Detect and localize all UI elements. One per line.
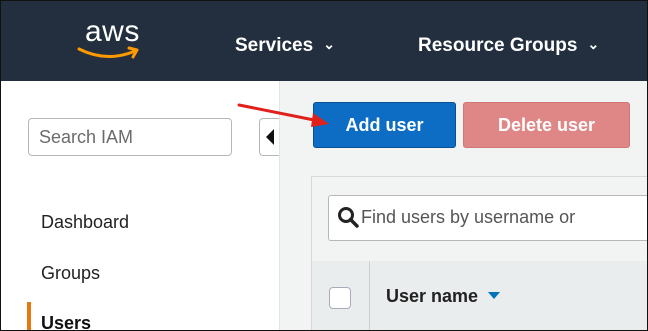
nav-resource-groups-label: Resource Groups [418,35,578,56]
annotation-arrow-icon [237,103,329,127]
table-header-row: User name [312,261,647,330]
sort-down-caret-icon [488,292,501,299]
aws-logo-text: aws [85,15,140,48]
nav-services-label: Services [235,35,314,56]
users-table-panel: Find users by username or User name [311,176,647,330]
add-user-button[interactable]: Add user [313,102,456,148]
column-header-user-name-label: User name [386,286,479,306]
app-window: aws Services ⌄ Resource Groups ⌄ Dashboard… [0,0,648,331]
chevron-down-icon: ⌄ [323,36,335,52]
sidebar-item-users[interactable]: Users [41,313,91,330]
delete-user-button[interactable]: Delete user [463,102,630,148]
find-users-input[interactable]: Find users by username or [328,195,647,241]
chevron-down-icon: ⌄ [587,36,600,52]
column-divider [369,261,370,330]
active-item-marker [27,302,31,330]
column-header-user-name[interactable]: User name [386,286,501,307]
main-content: Add user Delete user Find users by usern… [279,81,647,330]
nav-resource-groups-menu[interactable]: Resource Groups ⌄ [418,35,599,57]
find-users-placeholder: Find users by username or [361,207,576,227]
search-iam-input[interactable] [28,118,232,156]
top-navigation-bar: aws Services ⌄ Resource Groups ⌄ [1,1,647,81]
aws-logo[interactable]: aws [77,15,147,69]
filter-bar: Find users by username or [312,177,647,262]
aws-smile-icon [77,46,139,59]
sidebar-item-groups[interactable]: Groups [41,263,100,284]
nav-services-menu[interactable]: Services ⌄ [235,35,335,57]
sidebar-item-dashboard[interactable]: Dashboard [41,212,129,233]
search-icon [338,207,359,228]
select-all-checkbox[interactable] [329,287,351,309]
